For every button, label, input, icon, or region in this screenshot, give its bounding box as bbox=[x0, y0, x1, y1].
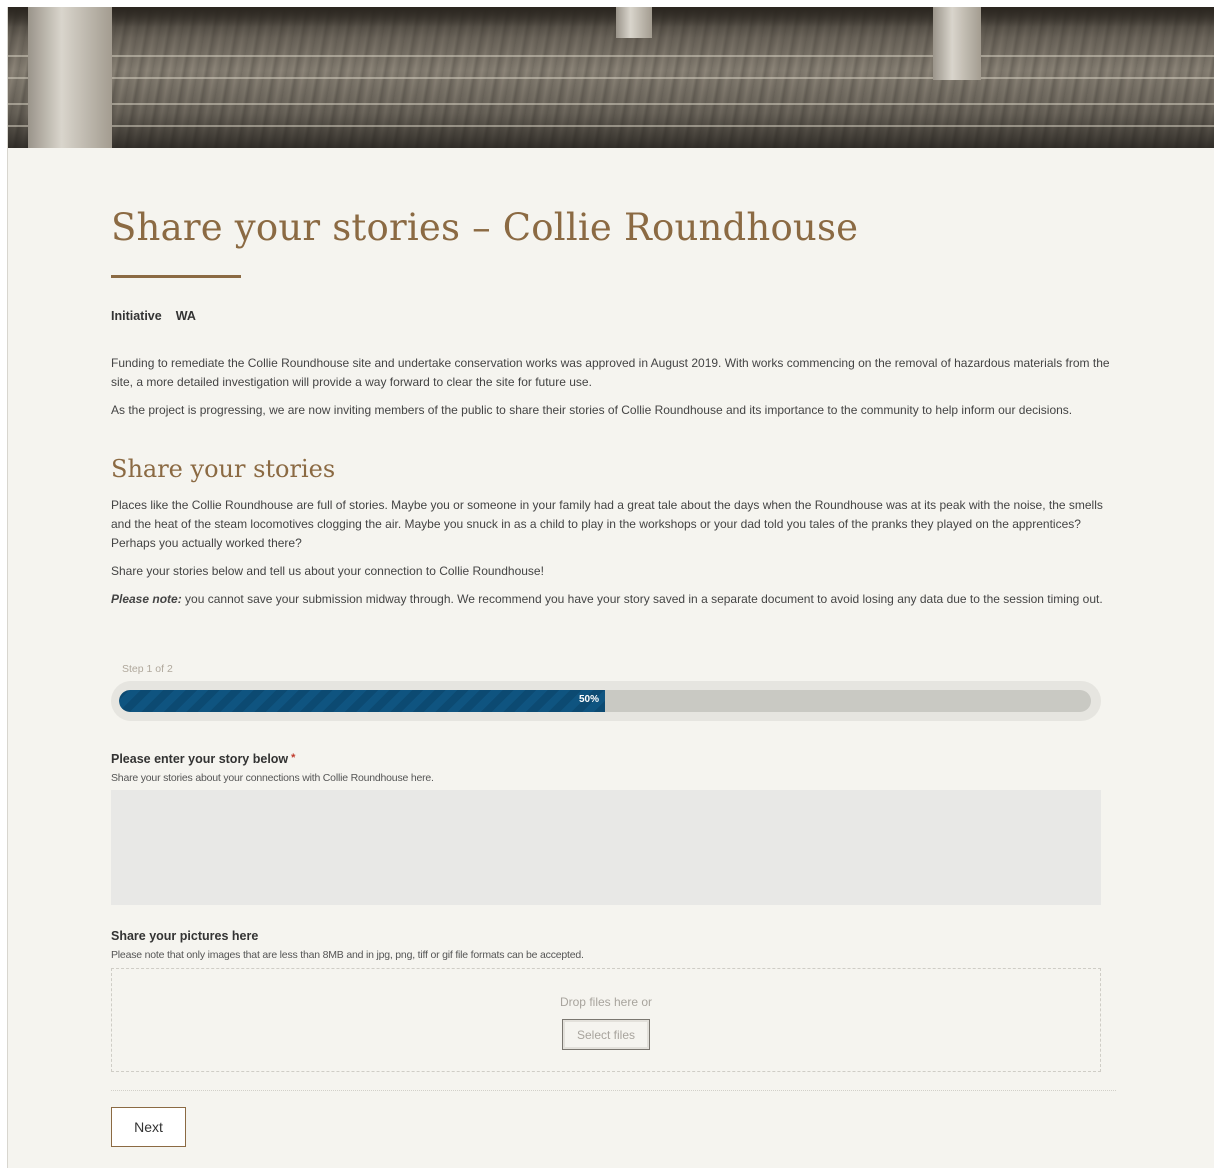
title-underline bbox=[111, 275, 241, 278]
file-dropzone[interactable]: Drop files here or Select files bbox=[111, 968, 1101, 1072]
initiative-value: WA bbox=[175, 309, 196, 323]
body-paragraph-2: Share your stories below and tell us abo… bbox=[111, 564, 544, 578]
progress-percent: 50% bbox=[578, 694, 599, 705]
note-label: Please note: bbox=[111, 592, 182, 606]
next-button[interactable]: Next bbox=[111, 1107, 186, 1147]
note-paragraph: Please note: you cannot save your submis… bbox=[111, 590, 1116, 609]
initiative-meta: Initiative WA bbox=[111, 309, 196, 323]
intro-paragraph-1: Funding to remediate the Collie Roundhou… bbox=[111, 356, 1110, 389]
intro-paragraph-2: As the project is progressing, we are no… bbox=[111, 403, 1073, 417]
story-field-label: Please enter your story below * bbox=[111, 752, 295, 766]
initiative-label: Initiative bbox=[111, 309, 162, 323]
page-title: Share your stories – Collie Roundhouse bbox=[111, 206, 859, 249]
progress-fill: 50% bbox=[119, 690, 605, 712]
form-divider bbox=[111, 1090, 1116, 1091]
required-mark: * bbox=[291, 752, 296, 764]
story-field-description: Share your stories about your connection… bbox=[111, 772, 434, 784]
progress-bar: 50% bbox=[111, 681, 1101, 721]
hero-image bbox=[8, 7, 1214, 148]
pictures-field-label: Share your pictures here bbox=[111, 929, 259, 943]
section-title: Share your stories bbox=[111, 455, 336, 483]
pictures-field-description: Please note that only images that are le… bbox=[111, 949, 584, 961]
step-indicator: Step 1 of 2 bbox=[122, 663, 173, 675]
page-frame: Share your stories – Collie Roundhouse I… bbox=[7, 7, 1214, 1168]
story-textarea[interactable] bbox=[111, 790, 1101, 905]
body-paragraph-1: Places like the Collie Roundhouse are fu… bbox=[111, 498, 1103, 550]
progress-track: 50% bbox=[119, 690, 1091, 712]
note-text: you cannot save your submission midway t… bbox=[181, 592, 1103, 606]
story-label-text: Please enter your story below bbox=[111, 752, 289, 766]
dropzone-text: Drop files here or bbox=[559, 995, 653, 1009]
select-files-button[interactable]: Select files bbox=[562, 1019, 650, 1050]
